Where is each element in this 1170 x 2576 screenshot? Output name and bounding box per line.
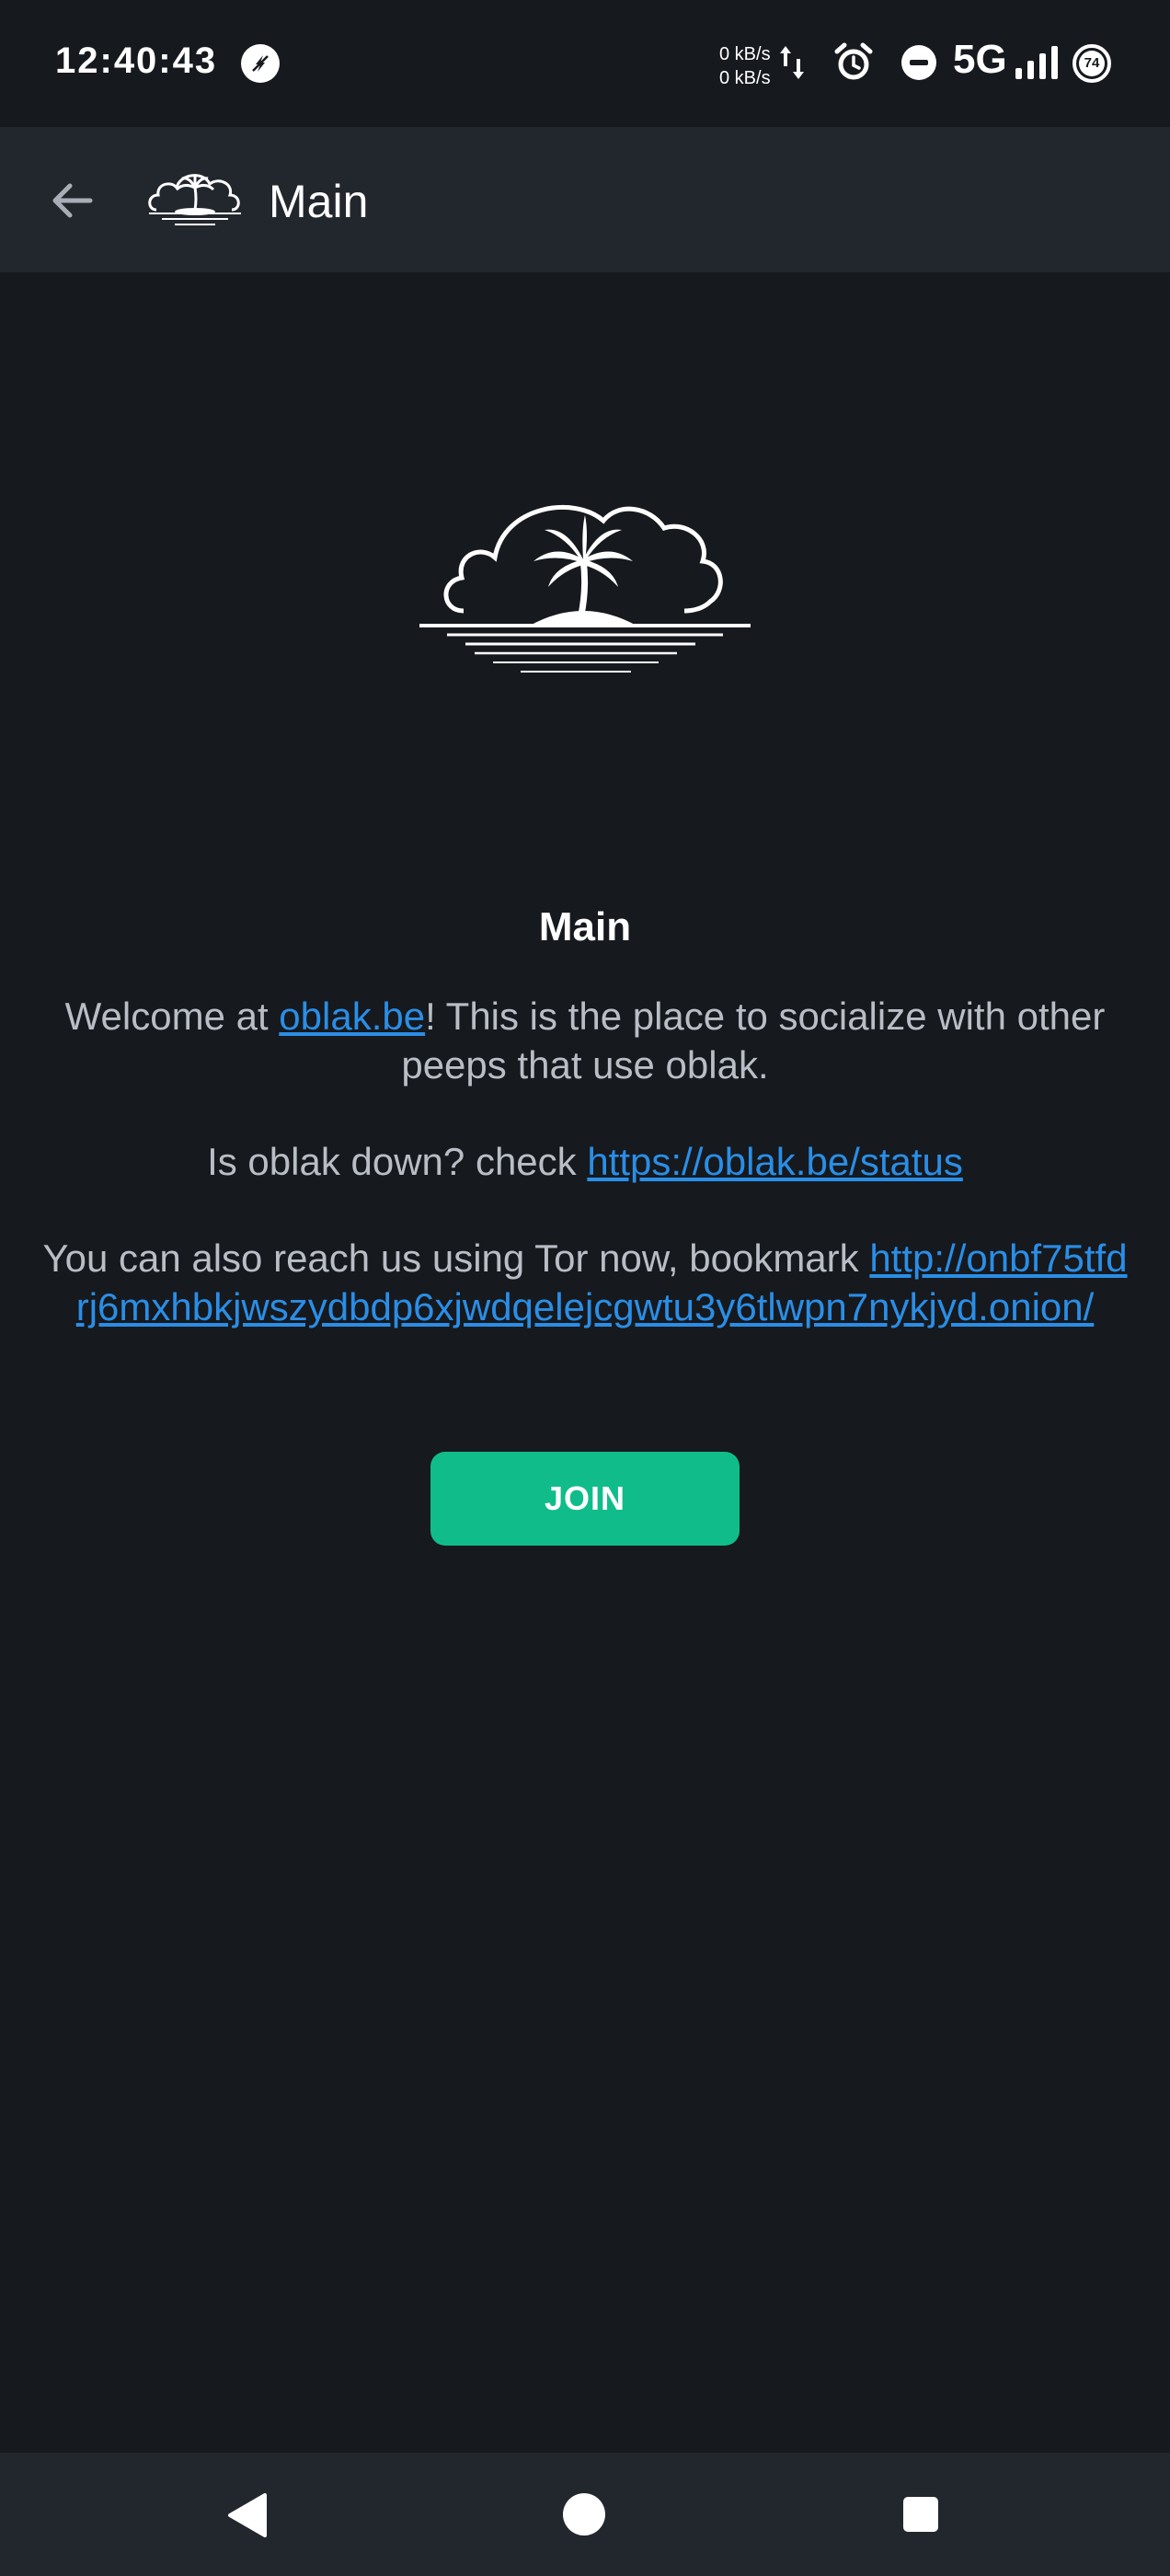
net-down: 0 kB/s <box>719 68 771 88</box>
circle-home-icon[interactable] <box>563 2493 605 2536</box>
status-bar: 12:40:43 0 kB/s 0 kB/s 5G 74 <box>0 0 1170 127</box>
network-type: 5G <box>953 37 1007 82</box>
battery-level: 74 <box>1079 51 1105 76</box>
battery-icon: 74 <box>1072 44 1111 83</box>
main-content: Main Welcome at oblak.be! This is the pl… <box>37 900 1133 1331</box>
square-recents-icon[interactable] <box>903 2497 938 2532</box>
welcome-suffix: ! This is the place to socialize with ot… <box>401 995 1106 1087</box>
palm-island-logo-small <box>143 164 247 235</box>
system-nav-bar <box>0 2453 1170 2576</box>
tor-prefix: You can also reach us using Tor now, boo… <box>42 1236 870 1280</box>
data-updown-icon <box>778 44 806 86</box>
status-paragraph: Is oblak down? check https://oblak.be/st… <box>37 1137 1133 1186</box>
no-signal-circle-icon <box>241 44 280 83</box>
net-up: 0 kB/s <box>719 44 771 64</box>
do-not-disturb-icon <box>901 45 936 80</box>
join-button[interactable]: JOIN <box>430 1452 740 1546</box>
status-prefix: Is oblak down? check <box>207 1140 588 1183</box>
page-heading: Main <box>538 904 632 949</box>
network-speed: 0 kB/s 0 kB/s <box>719 42 771 90</box>
status-link[interactable]: https://oblak.be/status <box>587 1140 963 1183</box>
app-bar-title: Main <box>269 176 369 227</box>
app-bar: Main <box>0 127 1170 272</box>
arrow-left-icon[interactable] <box>48 177 96 229</box>
alarm-icon <box>833 42 874 87</box>
welcome-paragraph: Welcome at oblak.be! This is the place t… <box>37 992 1133 1089</box>
tor-paragraph: You can also reach us using Tor now, boo… <box>37 1234 1133 1331</box>
triangle-back-icon[interactable] <box>224 2491 269 2544</box>
status-time: 12:40:43 <box>55 40 218 81</box>
oblak-link[interactable]: oblak.be <box>279 995 425 1038</box>
signal-bars-icon <box>1014 46 1060 84</box>
palm-island-cloud-logo <box>419 478 751 685</box>
welcome-prefix: Welcome at <box>64 995 280 1038</box>
